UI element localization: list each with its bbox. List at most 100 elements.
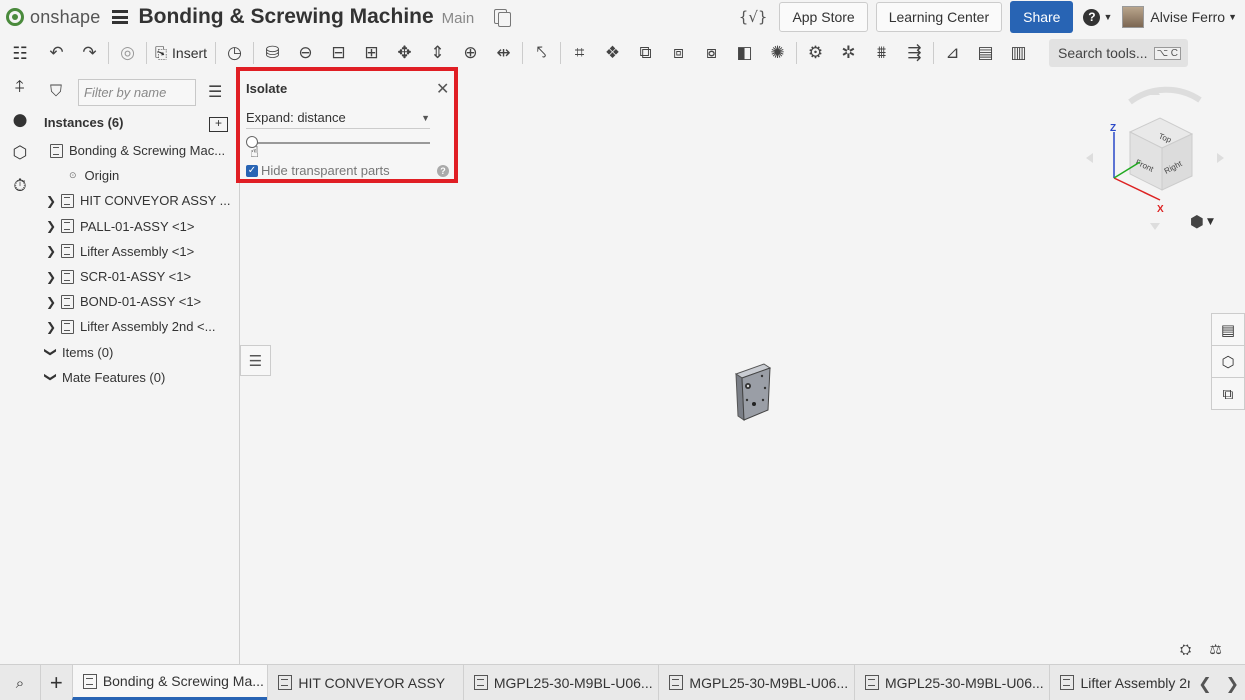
view-cube[interactable]: Top Front Right Z X — [1080, 82, 1230, 232]
app-store-button[interactable]: App Store — [779, 2, 868, 32]
chevron-down-icon[interactable]: ❯ — [44, 345, 58, 359]
history-icon[interactable]: ⏱ — [0, 169, 40, 202]
tree-row-lifter[interactable]: ❯ Lifter Assembly <1> — [40, 239, 240, 264]
linear-relation-icon[interactable]: ⇶ — [898, 38, 931, 68]
screw-relation-icon[interactable]: ⩩ — [865, 38, 898, 68]
search-tools-button[interactable]: Search tools... ⌥ C — [1049, 39, 1188, 67]
bill-of-materials-icon[interactable]: ▥ — [1002, 38, 1035, 68]
configurations-icon[interactable]: ◎ — [111, 38, 144, 68]
add-folder-icon[interactable]: + — [209, 117, 228, 132]
hide-transparent-checkbox[interactable]: ✓ Hide transparent parts — [246, 163, 390, 178]
close-icon[interactable]: ✕ — [436, 79, 449, 98]
cylindrical-mate-icon[interactable]: ✥ — [388, 38, 421, 68]
planar-mate-icon[interactable]: ⊞ — [355, 38, 388, 68]
tab-mgpl-2[interactable]: MGPL25-30-M9BL-U06... — [658, 665, 854, 700]
add-tab-button[interactable]: + — [39, 665, 72, 700]
assembly-part-model[interactable] — [732, 362, 774, 422]
slider-mate-icon[interactable]: ⊟ — [322, 38, 355, 68]
share-button[interactable]: Share — [1010, 1, 1074, 33]
linear-pattern-icon[interactable]: ⧈ — [662, 38, 695, 68]
circular-pattern-icon[interactable]: ⧇ — [695, 38, 728, 68]
tree-row-origin[interactable]: ⊙ Origin — [40, 163, 240, 188]
viewport-bottom-icons: ⛭ ⚖ — [1180, 642, 1222, 658]
bom-panel-icon[interactable]: ⧉ — [1211, 377, 1245, 410]
render-mode-icon[interactable]: ⛭ — [1180, 642, 1191, 658]
pin-slot-mate-icon[interactable]: ⇕ — [421, 38, 454, 68]
tree-row-mate-features[interactable]: ❯ Mate Features (0) — [40, 365, 240, 390]
rack-pinion-icon[interactable]: ✲ — [832, 38, 865, 68]
named-positions-icon[interactable]: ◷ — [218, 38, 251, 68]
view-mode-menu[interactable]: ⬢ ▼ — [1190, 212, 1214, 231]
chevron-down-icon[interactable]: ❯ — [44, 370, 58, 384]
filter-row: ⛉ Filter by name ☰ — [40, 78, 240, 106]
feature-list-icon[interactable]: ☷ — [0, 37, 40, 70]
comments-icon[interactable]: ● — [0, 103, 40, 136]
section-view-icon[interactable]: ▤ — [969, 38, 1002, 68]
chevron-left-icon[interactable]: ❮ — [1198, 674, 1211, 693]
replicate-icon[interactable]: ⧉ — [629, 38, 662, 68]
measure-icon[interactable]: ⊿ — [936, 38, 969, 68]
search-shortcut: ⌥ C — [1153, 46, 1182, 60]
explode-icon[interactable]: ✺ — [761, 38, 794, 68]
branch-name[interactable]: Main — [442, 10, 475, 27]
tree-row-pall[interactable]: ❯ PALL-01-ASSY <1> — [40, 214, 240, 239]
width-mate-icon[interactable]: ⇹ — [487, 38, 520, 68]
document-menu-icon[interactable] — [112, 10, 129, 24]
rotate-right-icon[interactable] — [1217, 153, 1224, 163]
list-view-icon[interactable]: ☰ — [208, 82, 222, 102]
gear-relation-icon[interactable]: ⚙ — [799, 38, 832, 68]
tab-mgpl-1[interactable]: MGPL25-30-M9BL-U06... — [462, 665, 659, 700]
distance-slider-track[interactable] — [248, 142, 430, 144]
appearances-panel-icon[interactable]: ⬡ — [1211, 345, 1245, 378]
filter-icon[interactable]: ⛉ — [50, 83, 66, 101]
user-menu[interactable]: Alvise Ferro ▼ — [1122, 6, 1237, 28]
revolute-mate-icon[interactable]: ⊖ — [289, 38, 322, 68]
chevron-right-icon[interactable]: ❯ — [44, 194, 58, 208]
tangent-mate-icon[interactable]: ⤣ — [525, 38, 558, 68]
rotate-left-icon[interactable] — [1086, 153, 1093, 163]
tab-assembly-main[interactable]: Bonding & Screwing Ma... — [71, 665, 268, 700]
undo-icon[interactable]: ↶ — [40, 38, 73, 68]
tab-hit-conveyor[interactable]: HIT CONVEYOR ASSY — [267, 665, 463, 700]
insert-button[interactable]: ⎘ Insert — [149, 45, 213, 62]
document-title[interactable]: Bonding & Screwing Machine — [138, 5, 433, 29]
chevron-right-icon[interactable]: ❯ — [44, 244, 58, 258]
mirror-icon[interactable]: ◧ — [728, 38, 761, 68]
tree-row-label: Mate Features (0) — [62, 369, 166, 385]
group-icon[interactable]: ❖ — [596, 38, 629, 68]
help-menu[interactable]: ? ▼ — [1083, 8, 1112, 26]
tree-row-lifter-2nd[interactable]: ❯ Lifter Assembly 2nd <... — [40, 314, 240, 339]
tab-bar: ⌕ + Bonding & Screwing Ma... HIT CONVEYO… — [0, 664, 1245, 700]
versions-icon[interactable] — [492, 8, 512, 27]
learning-center-button[interactable]: Learning Center — [875, 2, 1003, 32]
mate-connector-icon[interactable]: ⌗ — [563, 38, 596, 68]
variables-icon[interactable]: {√} — [739, 8, 768, 26]
insert-mate-icon[interactable]: ⍏ — [0, 70, 40, 103]
tree-row-bond[interactable]: ❯ BOND-01-ASSY <1> — [40, 289, 240, 314]
chevron-right-icon[interactable]: ❯ — [44, 270, 58, 284]
chevron-right-icon[interactable]: ❯ — [44, 320, 58, 334]
tree-row-root[interactable]: Bonding & Screwing Mac... — [40, 138, 240, 163]
brand-name: onshape — [30, 6, 101, 27]
rotate-down-icon[interactable] — [1150, 223, 1160, 230]
expand-mode-select[interactable]: Expand: distance ▼ — [246, 107, 430, 129]
filter-input[interactable]: Filter by name — [78, 78, 196, 106]
properties-panel-icon[interactable]: ▤ — [1211, 313, 1245, 346]
ball-mate-icon[interactable]: ⊕ — [454, 38, 487, 68]
chevron-right-icon[interactable]: ❯ — [44, 219, 58, 233]
chevron-right-icon[interactable]: ❯ — [1226, 674, 1239, 693]
tree-row-scr[interactable]: ❯ SCR-01-ASSY <1> — [40, 264, 240, 289]
assembly-icon — [278, 675, 293, 690]
help-icon[interactable]: ? — [437, 165, 449, 177]
chevron-right-icon[interactable]: ❯ — [44, 295, 58, 309]
redo-icon[interactable]: ↷ — [73, 38, 106, 68]
onshape-logo[interactable]: onshape — [6, 7, 100, 28]
feature-panel-toggle-icon[interactable]: ☰ — [240, 345, 271, 376]
search-tabs-icon[interactable]: ⌕ — [0, 665, 40, 700]
fastened-mate-icon[interactable]: ⛁ — [256, 38, 289, 68]
tab-mgpl-3[interactable]: MGPL25-30-M9BL-U06... — [853, 665, 1050, 700]
appearance-icon[interactable]: ⬡ — [0, 136, 40, 169]
units-icon[interactable]: ⚖ — [1209, 642, 1222, 658]
tree-row-hit-conveyor[interactable]: ❯ HIT CONVEYOR ASSY ... — [40, 188, 240, 213]
tree-row-items[interactable]: ❯ Items (0) — [40, 340, 240, 365]
